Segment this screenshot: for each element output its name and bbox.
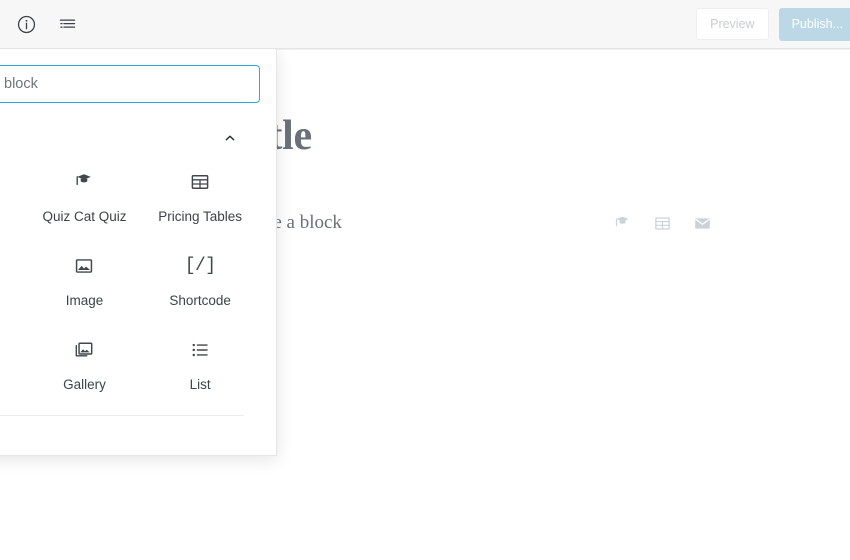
editor-header-bar: Preview Publish... [0,0,850,49]
quick-inserter-group [610,211,717,235]
block-item-list[interactable]: List [142,327,258,411]
block-item-image[interactable]: Image [27,243,143,327]
block-category-section: Paragraph Quiz Cat Quiz [0,117,276,416]
shortcode-icon: [/] [184,256,216,276]
block-item-gallery[interactable]: Gallery [27,327,143,411]
inserter-scroll-region[interactable]: Paragraph Quiz Cat Quiz [0,117,276,455]
block-item-label: Pricing Tables [158,209,243,224]
image-icon [72,254,96,278]
block-item-form[interactable]: Form [0,243,27,327]
panel-divider [0,415,244,416]
list-view-icon[interactable] [50,7,84,41]
block-item-label: Image [65,293,104,308]
block-item-heading[interactable]: Heading [0,327,27,411]
post-content-area: Add title Type / to choose a block [157,49,850,560]
block-item-label: Gallery [63,377,106,392]
list-icon [188,338,212,362]
gallery-icon [72,338,96,362]
block-item-label: Shortcode [169,293,231,308]
quick-insert-quiz-icon[interactable] [610,211,634,235]
block-category-header [0,117,260,159]
block-editor-root: Preview Publish... Add title Type / to c… [0,0,850,560]
block-type-grid: Paragraph Quiz Cat Quiz [0,159,260,411]
search-input[interactable] [0,65,260,103]
chevron-up-icon[interactable] [219,127,241,149]
block-item-paragraph[interactable]: Paragraph [0,159,27,243]
graduation-cap-icon [72,170,96,194]
header-left-tools [0,7,84,41]
preview-button[interactable]: Preview [696,8,769,40]
quick-insert-mail-icon[interactable] [690,211,714,235]
quick-insert-pricing-tables-icon[interactable] [650,211,674,235]
block-item-pricing-tables[interactable]: Pricing Tables [142,159,258,243]
block-inserter-panel: Paragraph Quiz Cat Quiz [0,49,277,456]
info-icon[interactable] [9,7,43,41]
block-item-label: Quiz Cat Quiz [42,209,127,224]
header-right-actions: Preview Publish... [696,0,850,48]
publish-button[interactable]: Publish... [778,7,850,41]
block-item-shortcode[interactable]: [/] Shortcode [142,243,258,327]
block-item-quiz-cat-quiz[interactable]: Quiz Cat Quiz [27,159,143,243]
block-item-label: List [189,377,211,392]
table-icon [188,170,212,194]
inserter-search-wrapper [0,49,276,117]
